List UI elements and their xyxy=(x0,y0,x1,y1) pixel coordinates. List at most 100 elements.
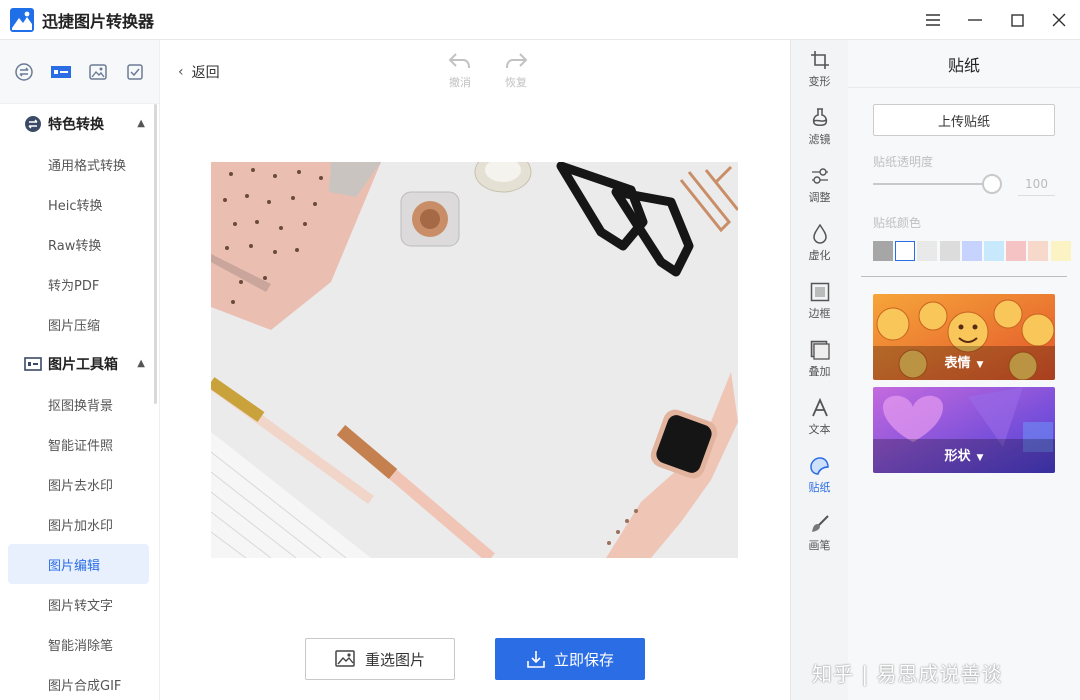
sticker-category-emoji[interactable]: 表情 ▼ xyxy=(873,294,1055,380)
undo-button[interactable]: 撤消 xyxy=(432,52,488,90)
tool-overlay[interactable]: 叠加 xyxy=(791,330,848,388)
tool-label: 边框 xyxy=(808,306,831,320)
image-canvas[interactable] xyxy=(211,162,738,558)
sticker-category-shape[interactable]: 形状 ▼ xyxy=(873,387,1055,473)
close-icon[interactable] xyxy=(1038,0,1080,40)
sidebar-item-remove-watermark[interactable]: 图片去水印 xyxy=(8,464,149,504)
color-swatch[interactable] xyxy=(1028,241,1049,261)
tool-label: 贴纸 xyxy=(808,480,831,494)
color-swatch[interactable] xyxy=(895,241,916,261)
convert-tab-icon[interactable] xyxy=(10,58,38,86)
tool-label: 画笔 xyxy=(808,538,831,552)
sidebar-item-heic-convert[interactable]: Heic转换 xyxy=(8,184,149,224)
app-title: 迅捷图片转换器 xyxy=(42,11,155,31)
tool-adjust[interactable]: 调整 xyxy=(791,156,848,214)
jar-illustration xyxy=(400,191,460,247)
group-image-toolbox[interactable]: 图片工具箱 ▲ xyxy=(0,344,159,384)
tool-strip: 变形 滤镜 调整 虚化 边框 叠加 文本 贴纸 画笔 xyxy=(790,40,848,700)
reselect-image-button[interactable]: 重选图片 xyxy=(305,638,455,680)
tool-label: 虚化 xyxy=(808,248,831,262)
color-swatch[interactable] xyxy=(939,241,960,261)
sidebar-item-id-photo[interactable]: 智能证件照 xyxy=(8,424,149,464)
back-button[interactable]: ‹ 返回 xyxy=(178,62,220,82)
back-label: 返回 xyxy=(191,65,220,81)
panel-divider xyxy=(861,276,1067,277)
redo-label: 恢复 xyxy=(505,76,527,89)
caret-down-icon: ▼ xyxy=(976,360,984,370)
menu-icon[interactable] xyxy=(912,0,954,40)
sidebar-item-cutout[interactable]: 抠图换背景 xyxy=(8,384,149,424)
tool-blur[interactable]: 虚化 xyxy=(791,214,848,272)
convert-group-icon xyxy=(25,116,41,132)
download-icon xyxy=(527,651,545,668)
adjust-icon xyxy=(811,167,828,184)
opacity-slider-track[interactable] xyxy=(873,183,992,185)
undo-redo-group: 撤消 恢复 xyxy=(432,52,544,90)
sidebar-item-add-watermark[interactable]: 图片加水印 xyxy=(8,504,149,544)
color-swatch[interactable] xyxy=(983,241,1004,261)
brush-icon xyxy=(811,514,829,532)
minimize-icon[interactable] xyxy=(954,0,996,40)
group-label: 图片工具箱 xyxy=(48,357,118,373)
tool-label: 滤镜 xyxy=(808,132,831,146)
blur-icon xyxy=(812,223,827,244)
sidebar-item-raw-convert[interactable]: Raw转换 xyxy=(8,224,149,264)
opacity-slider-handle[interactable] xyxy=(982,174,1002,194)
image-tab-icon[interactable] xyxy=(84,58,112,86)
group-special-convert[interactable]: 特色转换 ▲ xyxy=(0,104,159,144)
sticker-icon xyxy=(809,456,829,475)
tool-brush[interactable]: 画笔 xyxy=(791,504,848,562)
tool-label: 文本 xyxy=(808,422,831,436)
sidebar-item-image-to-text[interactable]: 图片转文字 xyxy=(8,584,149,624)
sidebar-scrollbar[interactable] xyxy=(154,104,157,404)
sidebar-item-eraser[interactable]: 智能消除笔 xyxy=(8,624,149,664)
sticker-panel: 贴纸 上传贴纸 贴纸透明度 100 贴纸颜色 表情 ▼ 形状 ▼ xyxy=(848,40,1080,700)
chevron-up-icon: ▲ xyxy=(137,118,145,129)
overlay-icon xyxy=(810,340,830,360)
sidebar-item-format-convert[interactable]: 通用格式转换 xyxy=(8,144,149,184)
image-icon xyxy=(335,650,355,667)
caret-down-icon: ▼ xyxy=(976,453,984,463)
color-swatch[interactable] xyxy=(1006,241,1027,261)
opacity-value-input[interactable]: 100 xyxy=(1018,172,1055,196)
group-label: 特色转换 xyxy=(48,117,104,133)
tool-label: 叠加 xyxy=(808,364,831,378)
category-label: 形状 ▼ xyxy=(944,449,984,464)
panel-title: 贴纸 xyxy=(848,40,1080,88)
crop-icon xyxy=(810,50,829,69)
color-swatch[interactable] xyxy=(1050,241,1071,261)
text-icon xyxy=(811,397,828,416)
toolbox-tab-icon[interactable] xyxy=(47,58,75,86)
color-swatch[interactable] xyxy=(917,241,938,261)
sidebar-item-to-pdf[interactable]: 转为PDF xyxy=(8,264,149,304)
redo-button[interactable]: 恢复 xyxy=(488,52,544,90)
opacity-label: 贴纸透明度 xyxy=(873,155,934,169)
title-bar: 迅捷图片转换器 xyxy=(0,0,1080,40)
chevron-up-icon: ▲ xyxy=(137,358,145,369)
redo-icon xyxy=(506,53,528,69)
document-tab-icon[interactable] xyxy=(121,58,149,86)
tool-label: 变形 xyxy=(808,74,831,88)
app-logo-icon xyxy=(10,7,34,32)
tool-sticker[interactable]: 贴纸 xyxy=(791,446,848,504)
tool-text[interactable]: 文本 xyxy=(791,388,848,446)
undo-label: 撤消 xyxy=(449,76,471,89)
color-swatch[interactable] xyxy=(873,241,893,261)
tool-transform[interactable]: 变形 xyxy=(791,40,848,98)
editor-area: ‹ 返回 撤消 恢复 重选图片 立即保存 xyxy=(160,40,790,700)
color-swatch[interactable] xyxy=(961,241,982,261)
window-controls xyxy=(912,0,1080,40)
maximize-icon[interactable] xyxy=(996,0,1038,40)
sidebar-item-compress[interactable]: 图片压缩 xyxy=(8,304,149,344)
reselect-label: 重选图片 xyxy=(364,650,425,669)
sidebar-tabs xyxy=(0,40,159,104)
save-now-button[interactable]: 立即保存 xyxy=(495,638,645,680)
sidebar-item-gif[interactable]: 图片合成GIF xyxy=(8,664,149,700)
upload-sticker-button[interactable]: 上传贴纸 xyxy=(873,104,1055,136)
watermark-text: 知乎 | 易思成说善谈 xyxy=(812,662,1003,686)
undo-icon xyxy=(448,53,470,69)
sidebar-item-image-edit[interactable]: 图片编辑 xyxy=(8,544,149,584)
app-window: 迅捷图片转换器 特色转换 ▲ 通用格式转换 Heic转换 Raw转换 转为PDF… xyxy=(0,0,1080,700)
tool-filter[interactable]: 滤镜 xyxy=(791,98,848,156)
tool-border[interactable]: 边框 xyxy=(791,272,848,330)
